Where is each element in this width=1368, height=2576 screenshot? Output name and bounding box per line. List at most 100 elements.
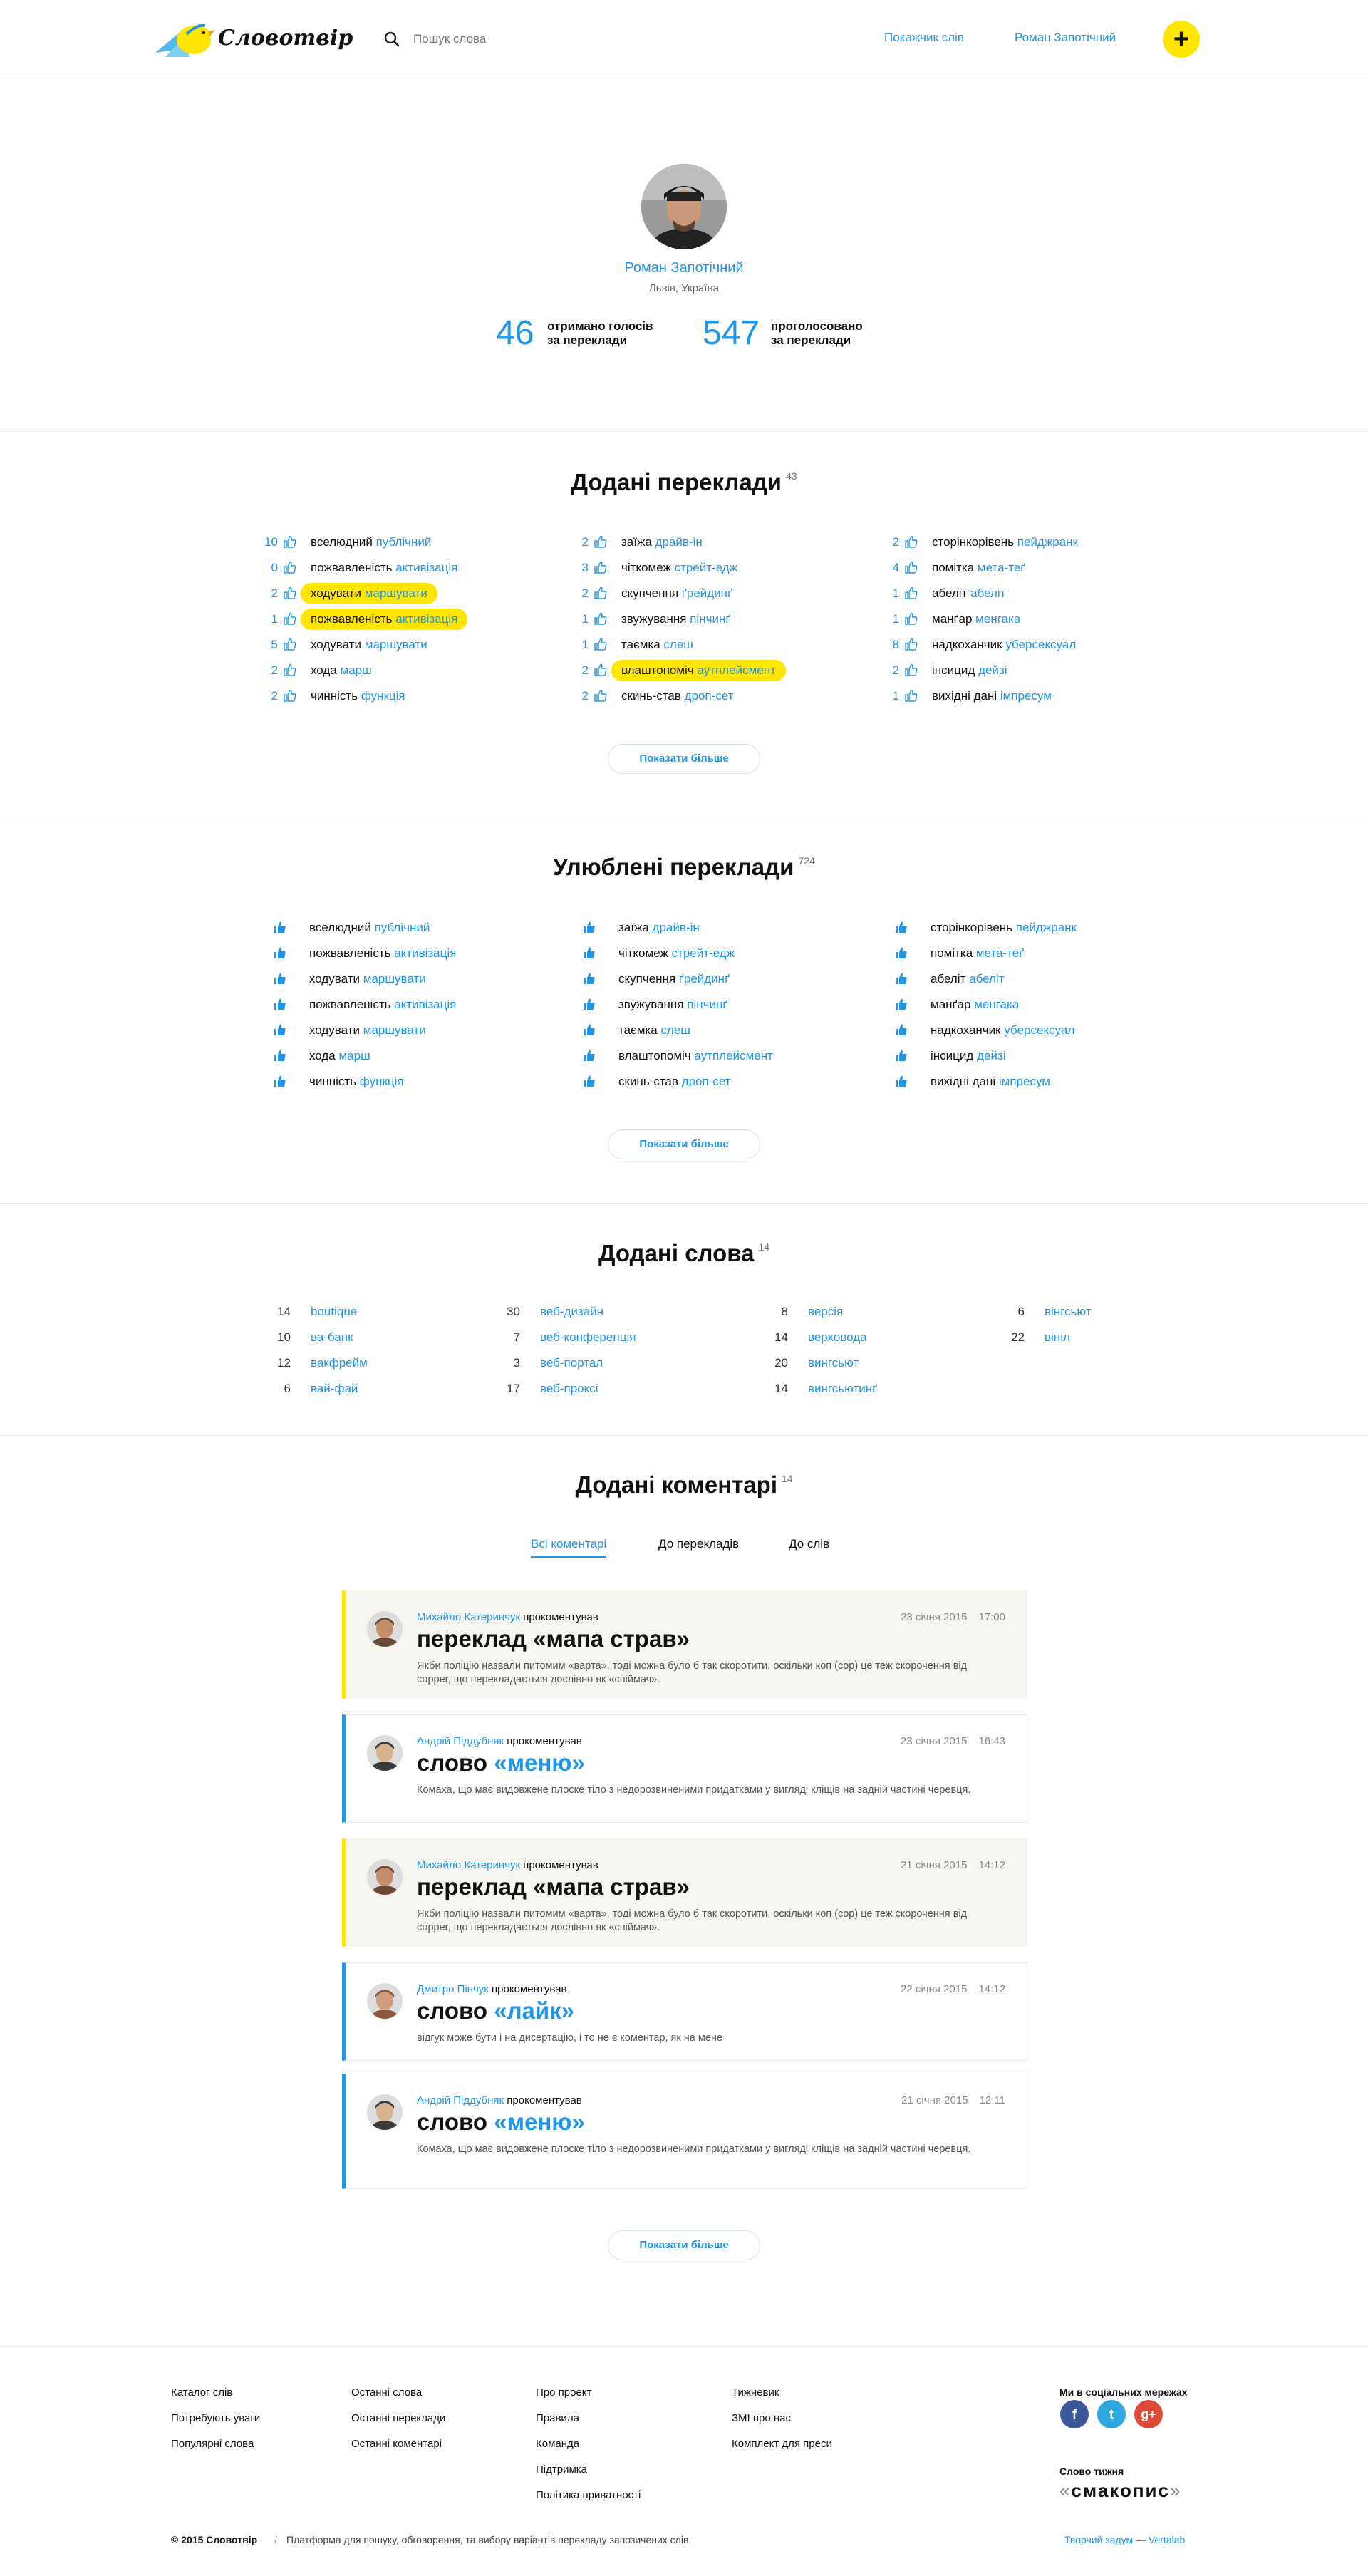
translation-pair[interactable]: вселюдний публічний (309, 917, 430, 938)
word-of-week[interactable]: «смакопис» (1059, 2480, 1181, 2502)
thumbs-up-icon[interactable] (284, 689, 296, 702)
translation-pair[interactable]: заїжа драйв-ін (618, 917, 700, 938)
translation-pair[interactable]: таємка слеш (621, 634, 693, 656)
footer-link[interactable]: Останні переклади (351, 2412, 445, 2424)
footer-link[interactable]: Останні коментарі (351, 2438, 442, 2450)
thumbs-up-icon[interactable] (905, 561, 918, 574)
thumbs-up-icon[interactable] (274, 998, 286, 1010)
thumbs-up-icon[interactable] (905, 663, 918, 676)
thumbs-up-icon[interactable] (895, 946, 908, 959)
word-link[interactable]: вакфрейм (311, 1352, 368, 1374)
comment-subject[interactable]: слово «меню» (417, 1749, 585, 1776)
translation-pair[interactable]: абеліт абеліт (931, 968, 1004, 990)
translation-pair[interactable]: чіткомеж стрейт-едж (618, 943, 735, 964)
thumbs-up-icon[interactable] (284, 612, 296, 625)
thumbs-up-icon[interactable] (274, 972, 286, 985)
twitter-icon[interactable]: t (1097, 2400, 1126, 2428)
footer-link[interactable]: Команда (536, 2438, 579, 2450)
tab-word-comments[interactable]: До слів (789, 1533, 829, 1558)
thumbs-up-icon[interactable] (594, 535, 607, 548)
show-more-comments-button[interactable]: Показати більше (608, 2230, 760, 2260)
thumbs-up-icon[interactable] (284, 535, 296, 548)
translation-pair[interactable]: звужування пінчинґ (621, 609, 730, 630)
translation-pair[interactable]: скинь-став дроп-сет (621, 686, 734, 707)
thumbs-up-icon[interactable] (895, 1075, 908, 1087)
commenter-avatar[interactable] (367, 1983, 403, 2019)
translation-pair[interactable]: влаштопоміч аутплейсмент (611, 660, 786, 681)
translation-pair[interactable]: манґар менгака (932, 609, 1020, 630)
word-link[interactable]: веб-портал (540, 1352, 603, 1374)
thumbs-up-icon[interactable] (594, 638, 607, 651)
footer-link[interactable]: Тижневик (732, 2386, 779, 2399)
translation-pair[interactable]: пожвавленість активізація (311, 557, 457, 579)
word-link[interactable]: вингсьют (808, 1352, 859, 1374)
tab-all-comments[interactable]: Всі коментарі (531, 1533, 607, 1558)
translation-pair[interactable]: пожвавленість активізація (309, 943, 456, 964)
nav-user-profile-link[interactable]: Роман Запотічний (1015, 31, 1116, 45)
comment-author-link[interactable]: Дмитро Пінчук (417, 1983, 489, 1995)
commenter-avatar[interactable] (367, 1611, 403, 1647)
footer-link[interactable]: Останні слова (351, 2386, 422, 2399)
footer-link[interactable]: ЗМІ про нас (732, 2412, 791, 2424)
translation-pair[interactable]: скинь-став дроп-сет (618, 1071, 731, 1092)
translation-pair[interactable]: інсицид дейзі (932, 660, 1007, 681)
translation-pair[interactable]: хода марш (309, 1045, 370, 1067)
thumbs-up-icon[interactable] (284, 561, 296, 574)
translation-pair[interactable]: ходувати маршувати (311, 634, 428, 656)
footer-link[interactable]: Підтримка (536, 2463, 587, 2476)
comment-card[interactable]: Михайло Катеринчук прокоментував 21 січня… (342, 1838, 1027, 1947)
google-plus-icon[interactable]: g+ (1134, 2400, 1163, 2428)
thumbs-up-icon[interactable] (905, 586, 918, 599)
comment-card[interactable]: Михайло Катеринчук прокоментував 23 січня… (342, 1590, 1027, 1699)
comment-author-link[interactable]: Андрій Піддубняк (417, 1735, 504, 1747)
translation-pair[interactable]: скупчення ґрейдинґ (618, 968, 730, 990)
search-icon[interactable] (383, 31, 400, 48)
translation-pair[interactable]: чіткомеж стрейт-едж (621, 557, 737, 579)
thumbs-up-icon[interactable] (594, 612, 607, 625)
translation-pair[interactable]: пожвавленість активізація (309, 994, 456, 1015)
thumbs-up-icon[interactable] (594, 586, 607, 599)
word-link[interactable]: вініл (1045, 1327, 1070, 1348)
thumbs-up-icon[interactable] (583, 921, 596, 933)
commenter-avatar[interactable] (367, 2094, 403, 2130)
translation-pair[interactable]: надкоханчик уберсексуал (931, 1020, 1074, 1041)
word-link[interactable]: вінгсьют (1045, 1301, 1092, 1323)
translation-pair[interactable]: помітка мета-теґ (931, 943, 1024, 964)
thumbs-up-icon[interactable] (895, 1049, 908, 1062)
translation-pair[interactable]: чинність функція (311, 686, 405, 707)
show-more-favorites-button[interactable]: Показати більше (608, 1129, 760, 1159)
word-link[interactable]: версія (808, 1301, 843, 1323)
thumbs-up-icon[interactable] (594, 663, 607, 676)
translation-pair[interactable]: ходувати маршувати (309, 1020, 426, 1041)
thumbs-up-icon[interactable] (905, 689, 918, 702)
thumbs-up-icon[interactable] (583, 1049, 596, 1062)
comment-subject[interactable]: переклад «мапа страв» (417, 1625, 690, 1652)
thumbs-up-icon[interactable] (594, 561, 607, 574)
translation-pair[interactable]: пожвавленість активізація (301, 609, 468, 630)
thumbs-up-icon[interactable] (284, 663, 296, 676)
translation-pair[interactable]: звужування пінчинґ (618, 994, 727, 1015)
thumbs-up-icon[interactable] (905, 638, 918, 651)
thumbs-up-icon[interactable] (583, 972, 596, 985)
translation-pair[interactable]: влаштопоміч аутплейсмент (618, 1045, 773, 1067)
thumbs-up-icon[interactable] (274, 1075, 286, 1087)
translation-pair[interactable]: заїжа драйв-ін (621, 532, 703, 553)
thumbs-up-icon[interactable] (583, 1023, 596, 1036)
comment-card[interactable]: Андрій Піддубняк прокоментував 23 січня 2… (342, 1714, 1027, 1823)
translation-pair[interactable]: абеліт абеліт (932, 583, 1005, 604)
comment-author-link[interactable]: Андрій Піддубняк (417, 2094, 504, 2106)
word-link[interactable]: boutique (311, 1301, 357, 1323)
translation-pair[interactable]: вселюдний публічний (311, 532, 431, 553)
footer-link[interactable]: Політика приватності (536, 2489, 641, 2501)
translation-pair[interactable]: хода марш (311, 660, 372, 681)
thumbs-up-icon[interactable] (274, 1023, 286, 1036)
add-word-button[interactable]: + (1163, 21, 1200, 58)
thumbs-up-icon[interactable] (583, 946, 596, 959)
thumbs-up-icon[interactable] (895, 1023, 908, 1036)
translation-pair[interactable]: таємка слеш (618, 1020, 690, 1041)
tab-translation-comments[interactable]: До перекладів (658, 1533, 739, 1558)
thumbs-up-icon[interactable] (284, 638, 296, 651)
translation-pair[interactable]: вихідні дані імпресум (932, 686, 1052, 707)
translation-pair[interactable]: сторінкорівень пейджранк (932, 532, 1078, 553)
thumbs-up-icon[interactable] (274, 1049, 286, 1062)
